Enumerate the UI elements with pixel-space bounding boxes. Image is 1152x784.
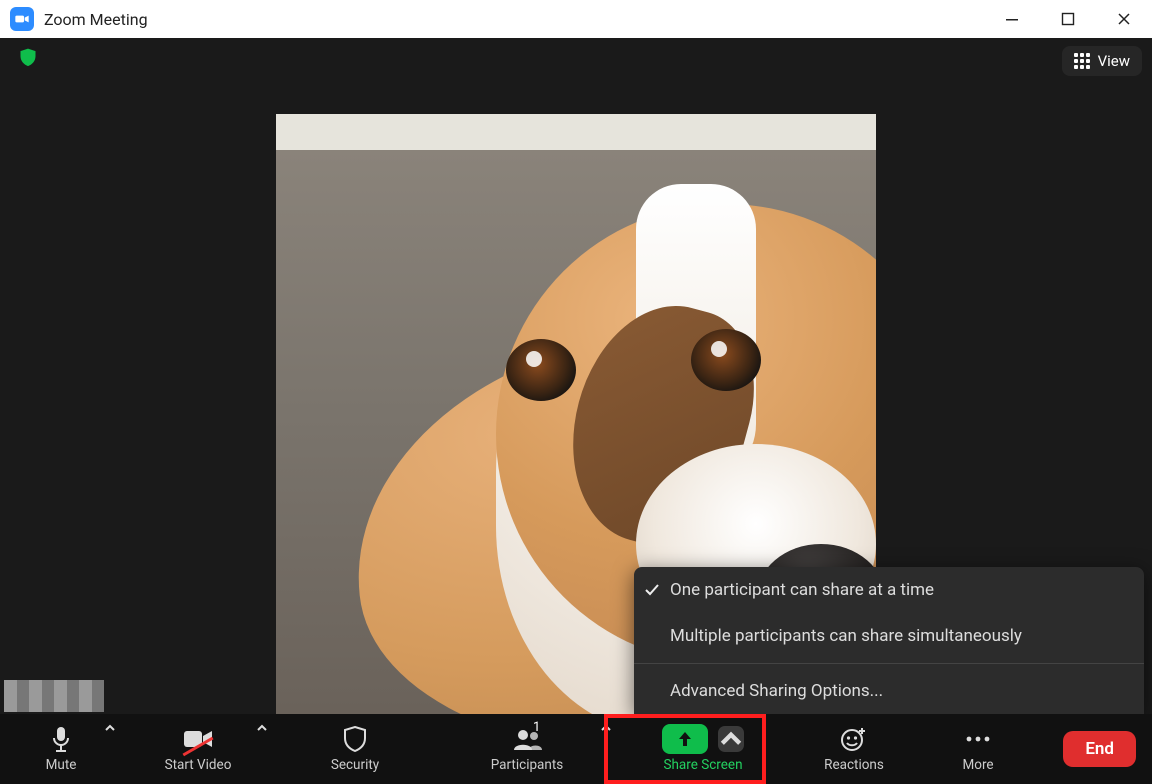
window-title: Zoom Meeting [44, 10, 148, 29]
self-view-thumbnail[interactable] [4, 680, 104, 712]
menu-divider [634, 663, 1144, 664]
participants-count: 1 [533, 720, 540, 735]
view-button[interactable]: View [1062, 46, 1142, 76]
end-button[interactable]: End [1063, 731, 1136, 767]
mute-options-chevron-icon[interactable] [104, 722, 116, 738]
minimize-button[interactable] [984, 0, 1040, 38]
zoom-window: Zoom Meeting View [0, 0, 1152, 784]
security-label: Security [331, 757, 379, 773]
microphone-icon [51, 725, 71, 753]
shield-icon [343, 725, 367, 753]
participants-button[interactable]: Participants 1 [436, 714, 618, 784]
encryption-shield-icon[interactable] [18, 46, 38, 72]
video-off-icon [183, 725, 213, 753]
ellipsis-icon [964, 725, 992, 753]
security-button[interactable]: Security [274, 714, 436, 784]
reactions-label: Reactions [824, 757, 884, 773]
titlebar: Zoom Meeting [0, 0, 1152, 39]
advanced-sharing-label: Advanced Sharing Options... [670, 681, 883, 701]
share-option-label: One participant can share at a time [670, 580, 934, 600]
share-screen-icon [662, 724, 708, 754]
meeting-area: View One participant can share at a time [0, 38, 1152, 784]
maximize-button[interactable] [1040, 0, 1096, 38]
end-label: End [1085, 739, 1114, 759]
participants-label: Participants [491, 757, 564, 773]
reactions-button[interactable]: Reactions [788, 714, 920, 784]
share-option-one-at-a-time[interactable]: One participant can share at a time [634, 567, 1144, 613]
share-option-label: Multiple participants can share simultan… [670, 626, 1022, 646]
start-video-label: Start Video [165, 757, 232, 773]
advanced-sharing-options[interactable]: Advanced Sharing Options... [634, 668, 1144, 714]
grid-icon [1074, 53, 1090, 69]
mute-button[interactable]: Mute [0, 714, 122, 784]
mute-label: Mute [46, 757, 77, 773]
close-button[interactable] [1096, 0, 1152, 38]
more-button[interactable]: More [920, 714, 1036, 784]
more-label: More [962, 757, 993, 773]
video-options-chevron-icon[interactable] [256, 722, 268, 738]
share-options-menu: One participant can share at a time Mult… [634, 567, 1144, 714]
meeting-toolbar: Mute Start Video Security [0, 714, 1152, 784]
participants-options-chevron-icon[interactable] [600, 722, 612, 738]
check-icon [634, 582, 670, 598]
share-option-multiple[interactable]: Multiple participants can share simultan… [634, 613, 1144, 659]
share-options-chevron-icon[interactable] [718, 726, 744, 752]
share-screen-button[interactable]: Share Screen [618, 714, 788, 784]
start-video-button[interactable]: Start Video [122, 714, 274, 784]
smiley-plus-icon [840, 725, 868, 753]
share-screen-label: Share Screen [663, 757, 742, 773]
view-label: View [1098, 52, 1130, 70]
zoom-app-icon [10, 7, 34, 31]
